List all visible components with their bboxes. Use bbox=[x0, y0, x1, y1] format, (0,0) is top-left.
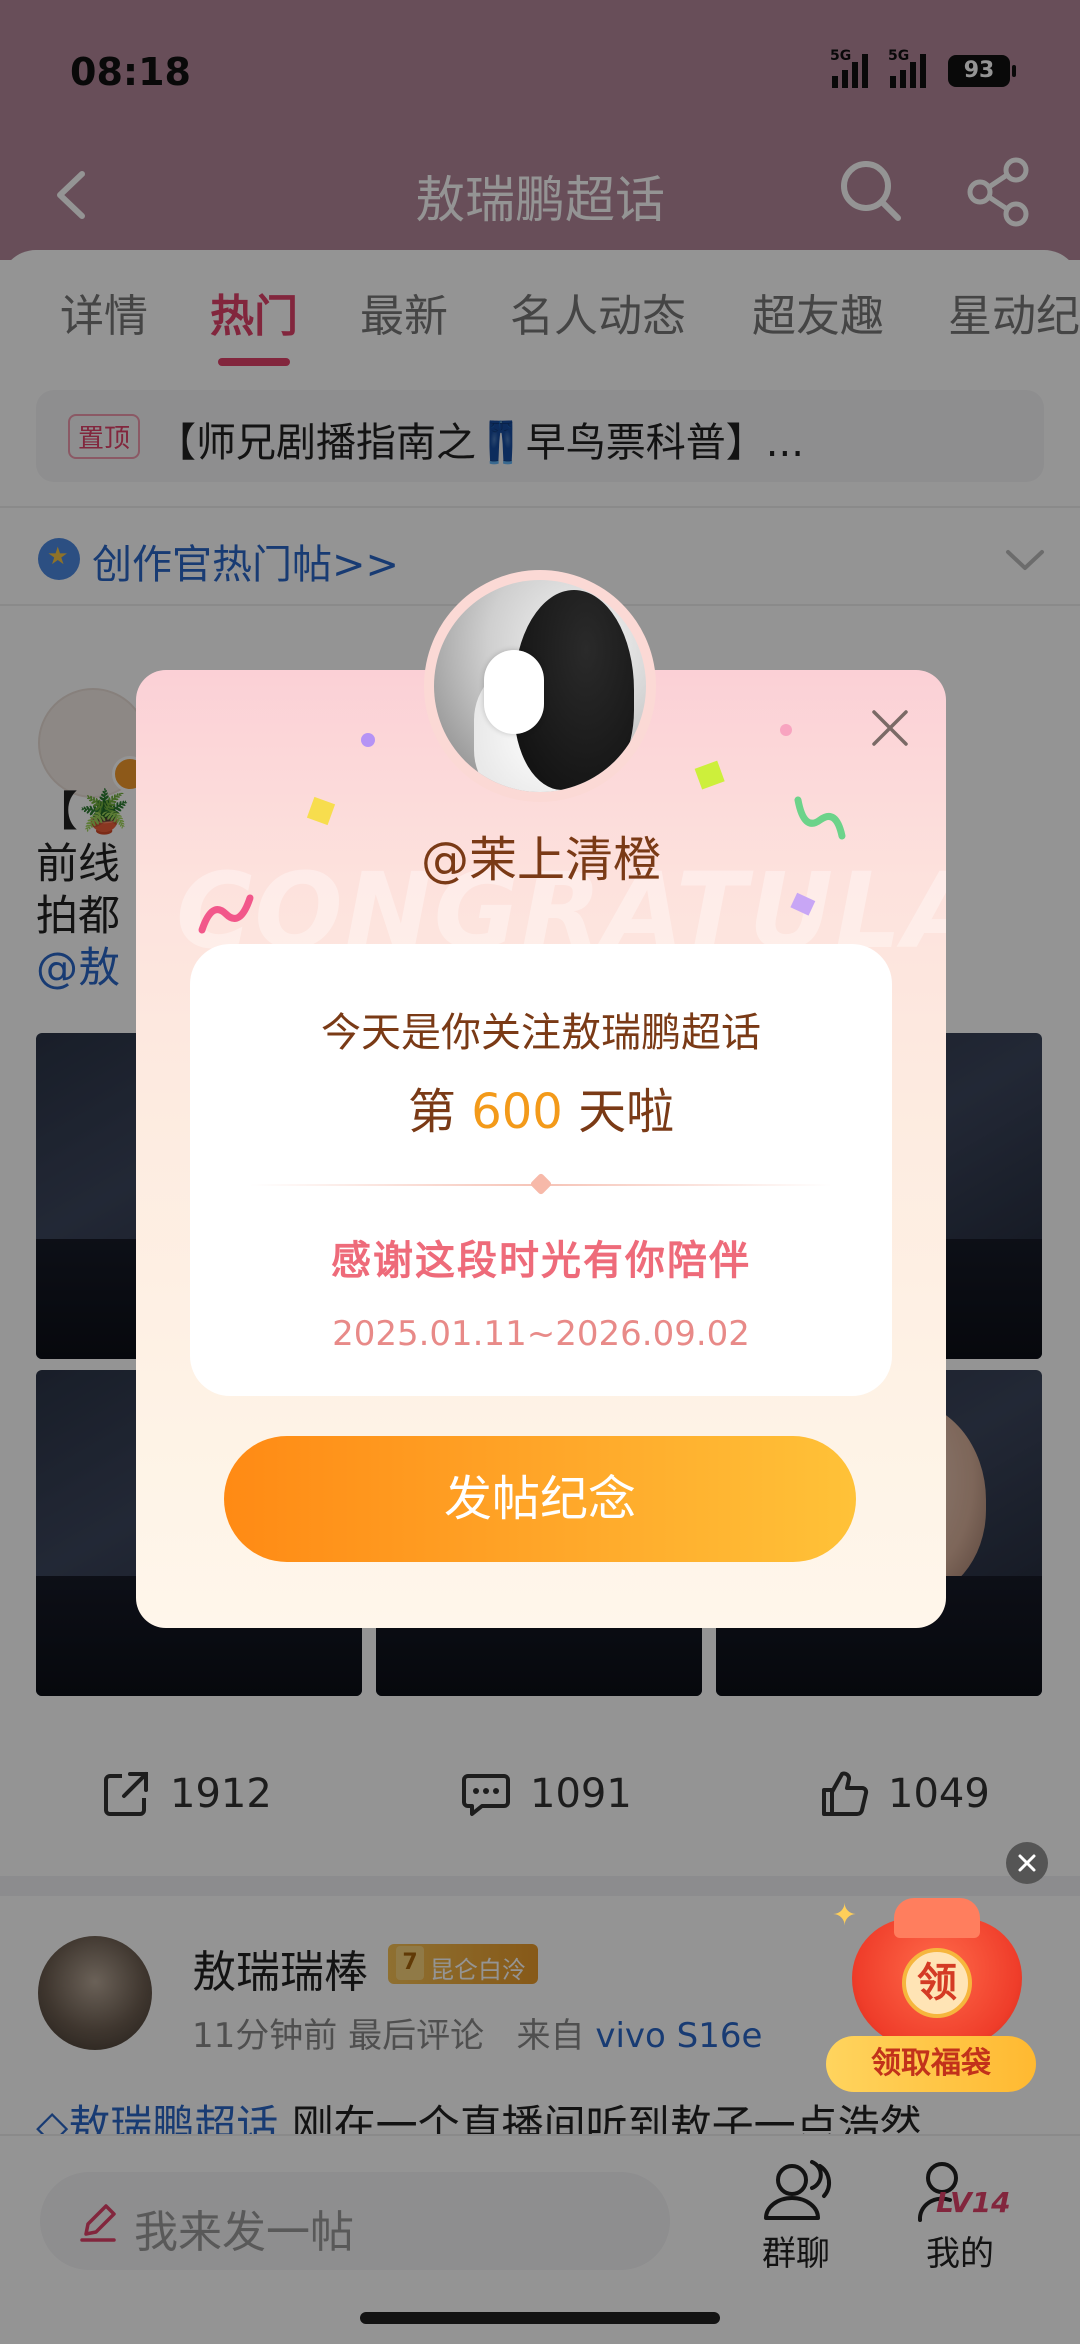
confetti-decoration bbox=[694, 760, 725, 790]
thanks-text: 感谢这段时光有你陪伴 bbox=[331, 1238, 751, 1284]
sparkle-icon: ✦ bbox=[832, 1898, 858, 1933]
confetti-decoration bbox=[780, 724, 792, 736]
confetti-decoration bbox=[198, 894, 254, 934]
date-range: 2025.01.11~2026.09.02 bbox=[332, 1314, 750, 1354]
anniversary-modal: CONGRATULATE @茉上清橙 今天是你关注敖瑞鹏超话 第 600 天啦 … bbox=[136, 670, 946, 1628]
days-line: 第 600 天啦 bbox=[190, 1072, 892, 1142]
days-count: 600 bbox=[471, 1084, 563, 1140]
lucky-bag-label[interactable]: 领取福袋 bbox=[826, 2036, 1036, 2092]
confetti-decoration bbox=[790, 892, 816, 916]
modal-username: @茉上清橙 bbox=[420, 832, 661, 888]
modal-avatar bbox=[424, 570, 656, 802]
days-prefix: 第 bbox=[407, 1084, 472, 1140]
lucky-bag-seal: 领 bbox=[902, 1948, 972, 2018]
post-commemorate-button[interactable]: 发帖纪念 bbox=[224, 1436, 856, 1562]
close-icon bbox=[1018, 1854, 1036, 1872]
heart-icon bbox=[529, 1172, 553, 1196]
anniversary-card: 今天是你关注敖瑞鹏超话 第 600 天啦 感谢这段时光有你陪伴 2025.01.… bbox=[190, 944, 892, 1396]
lucky-bag-close-button[interactable] bbox=[1006, 1842, 1048, 1884]
confetti-decoration bbox=[361, 733, 375, 747]
close-icon[interactable] bbox=[868, 706, 912, 750]
follow-line: 今天是你关注敖瑞鹏超话 bbox=[321, 1010, 761, 1056]
lucky-bag-tie bbox=[894, 1898, 980, 1938]
days-suffix: 天啦 bbox=[562, 1084, 675, 1140]
